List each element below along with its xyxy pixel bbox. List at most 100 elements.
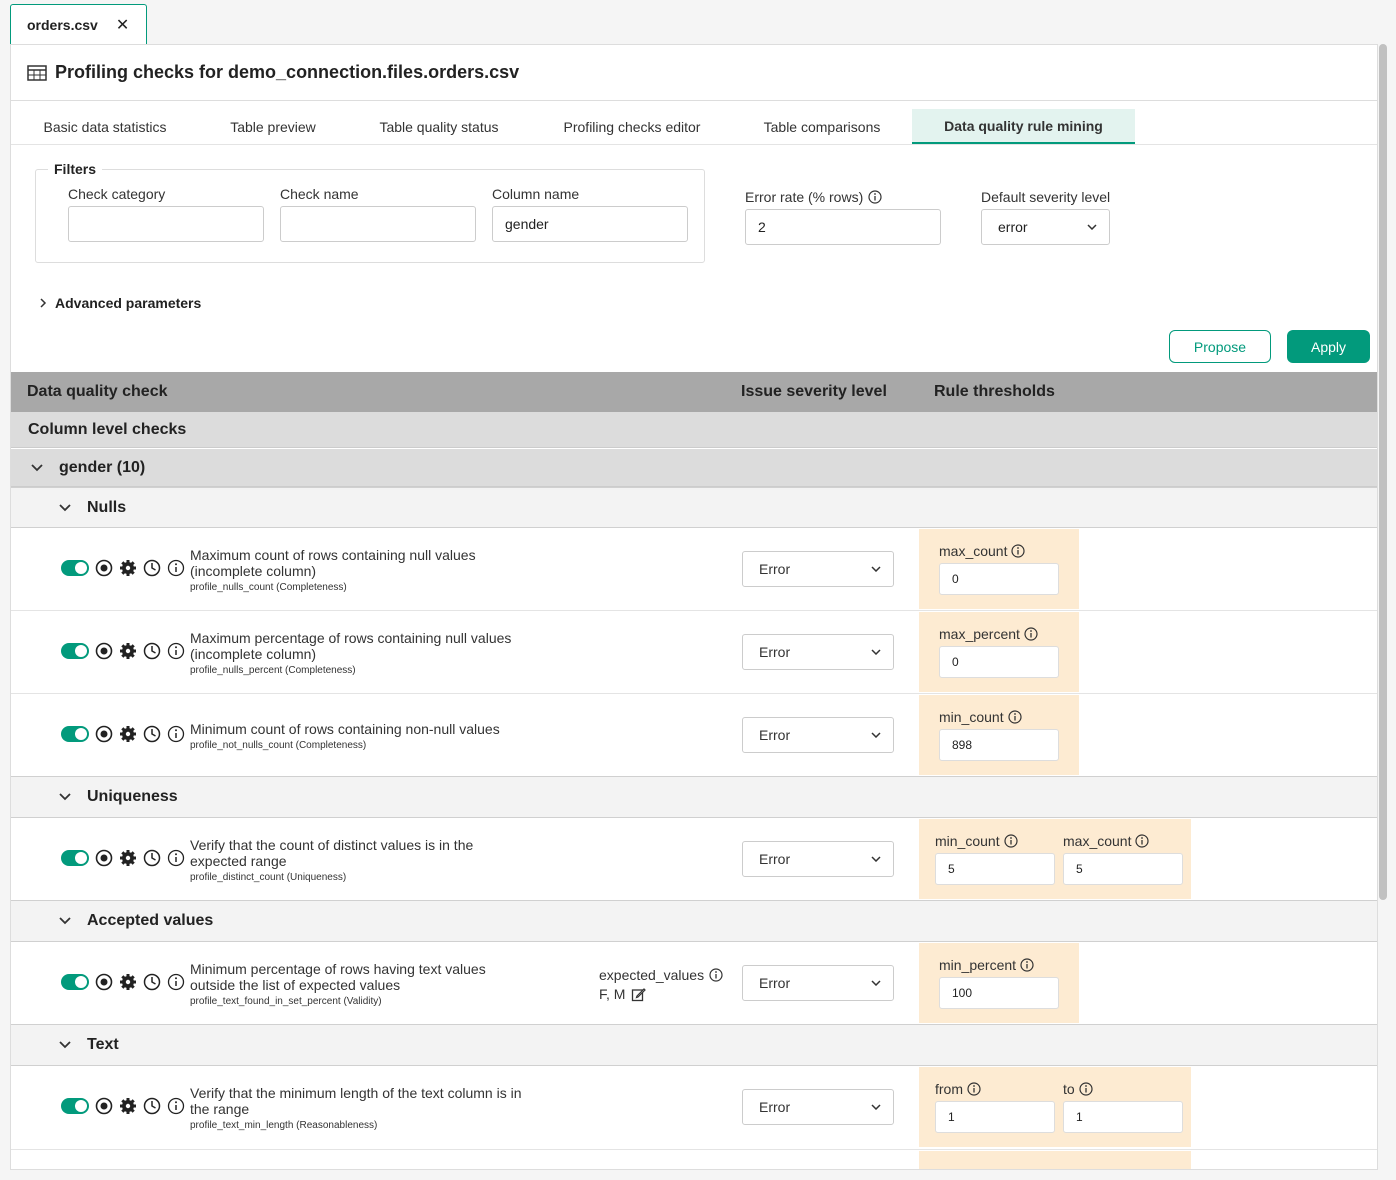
category-text[interactable]: Text xyxy=(11,1024,1377,1066)
grid-header-check: Data quality check xyxy=(27,383,168,400)
row-actions xyxy=(61,642,185,660)
edit-icon[interactable] xyxy=(631,987,647,1002)
info-icon[interactable] xyxy=(1079,1082,1093,1096)
check-title: Minimum percentage of rows having text v… xyxy=(190,961,486,993)
info-icon[interactable] xyxy=(1020,958,1034,972)
tab-profiling-checks-editor[interactable]: Profiling checks editor xyxy=(545,109,719,144)
threshold-input[interactable]: 0 xyxy=(939,646,1059,678)
record-icon[interactable] xyxy=(95,559,113,577)
tab-table-preview[interactable]: Table preview xyxy=(211,109,335,144)
error-rate-input[interactable]: 2 xyxy=(745,209,941,245)
enable-toggle[interactable] xyxy=(61,850,89,866)
tab-table-quality-status[interactable]: Table quality status xyxy=(363,109,515,144)
record-icon[interactable] xyxy=(95,725,113,743)
category-accepted-values[interactable]: Accepted values xyxy=(11,900,1377,942)
chevron-down-icon xyxy=(871,856,881,862)
threshold-input[interactable]: 0 xyxy=(939,563,1059,595)
enable-toggle[interactable] xyxy=(61,726,89,742)
record-icon[interactable] xyxy=(95,849,113,867)
column-name-input[interactable]: gender xyxy=(492,206,688,242)
record-icon[interactable] xyxy=(95,973,113,991)
apply-button[interactable]: Apply xyxy=(1287,330,1370,363)
gear-icon[interactable] xyxy=(119,725,137,743)
error-rate-label: Error rate (% rows) xyxy=(745,189,882,205)
check-name: profile_text_found_in_set_percent (Valid… xyxy=(190,996,382,1007)
threshold-input[interactable]: 100 xyxy=(939,977,1059,1009)
category-uniqueness[interactable]: Uniqueness xyxy=(11,776,1377,818)
chevron-down-icon xyxy=(871,566,881,572)
record-icon[interactable] xyxy=(95,1097,113,1115)
check-row: Verify that the minimum length of the te… xyxy=(11,1066,1377,1150)
severity-select[interactable]: Error xyxy=(742,841,894,877)
check-name-input[interactable] xyxy=(280,206,476,242)
threshold-label-text: min_percent xyxy=(939,957,1017,973)
check-category-input[interactable] xyxy=(68,206,264,242)
enable-toggle[interactable] xyxy=(61,974,89,990)
info-icon[interactable] xyxy=(167,725,185,743)
advanced-parameters-toggle[interactable]: Advanced parameters xyxy=(39,295,201,311)
info-icon[interactable] xyxy=(967,1082,981,1096)
row-actions xyxy=(61,973,185,991)
default-severity-select[interactable]: error xyxy=(981,209,1110,245)
gear-icon[interactable] xyxy=(119,1097,137,1115)
gear-icon[interactable] xyxy=(119,642,137,660)
severity-select[interactable]: Error xyxy=(742,634,894,670)
threshold-input[interactable]: 5 xyxy=(1063,853,1183,885)
clock-icon[interactable] xyxy=(143,642,161,660)
info-icon[interactable] xyxy=(167,642,185,660)
thresholds-panel: max_count 0 xyxy=(919,529,1079,609)
grid-header-thresholds: Rule thresholds xyxy=(934,383,1055,400)
vertical-scrollbar[interactable] xyxy=(1379,44,1387,900)
check-row: Minimum percentage of rows having text v… xyxy=(11,942,1377,1025)
table-icon xyxy=(27,64,47,81)
info-icon[interactable] xyxy=(1011,544,1026,558)
check-category-label: Check category xyxy=(68,186,166,202)
threshold-input[interactable]: 1 xyxy=(1063,1101,1183,1133)
gear-icon[interactable] xyxy=(119,973,137,991)
tab-basic-data-statistics[interactable]: Basic data statistics xyxy=(27,109,183,144)
clock-icon[interactable] xyxy=(143,1097,161,1115)
threshold-label: max_count xyxy=(939,543,1026,559)
file-tab-label: orders.csv xyxy=(27,16,98,33)
info-icon[interactable] xyxy=(868,190,882,204)
file-tab[interactable]: orders.csv ✕ xyxy=(10,4,147,44)
category-nulls[interactable]: Nulls xyxy=(11,487,1377,528)
enable-toggle[interactable] xyxy=(61,560,89,576)
severity-select[interactable]: Error xyxy=(742,551,894,587)
info-icon[interactable] xyxy=(167,559,185,577)
threshold-input[interactable]: 898 xyxy=(939,729,1059,761)
severity-select[interactable]: Error xyxy=(742,1089,894,1125)
clock-icon[interactable] xyxy=(143,725,161,743)
check-row: Verify that the count of distinct values… xyxy=(11,818,1377,901)
severity-select[interactable]: Error xyxy=(742,965,894,1001)
group-gender-label: gender (10) xyxy=(59,458,146,476)
threshold-input[interactable]: 1 xyxy=(935,1101,1055,1133)
clock-icon[interactable] xyxy=(143,973,161,991)
threshold-input[interactable]: 5 xyxy=(935,853,1055,885)
row-actions xyxy=(61,1097,185,1115)
gear-icon[interactable] xyxy=(119,559,137,577)
propose-button[interactable]: Propose xyxy=(1169,330,1271,363)
record-icon[interactable] xyxy=(95,642,113,660)
info-icon[interactable] xyxy=(1007,710,1022,724)
clock-icon[interactable] xyxy=(143,849,161,867)
info-icon[interactable] xyxy=(709,968,723,982)
chevron-down-icon xyxy=(59,917,71,925)
tab-data-quality-rule-mining[interactable]: Data quality rule mining xyxy=(912,109,1135,144)
group-gender[interactable]: gender (10) xyxy=(11,449,1377,487)
enable-toggle[interactable] xyxy=(61,1098,89,1114)
tab-table-comparisons[interactable]: Table comparisons xyxy=(747,109,897,144)
info-icon[interactable] xyxy=(1024,627,1038,641)
clock-icon[interactable] xyxy=(143,559,161,577)
info-icon[interactable] xyxy=(167,973,185,991)
enable-toggle[interactable] xyxy=(61,643,89,659)
info-icon[interactable] xyxy=(1003,834,1018,848)
threshold-label-text: to xyxy=(1063,1081,1075,1097)
threshold-label: from xyxy=(935,1081,981,1097)
info-icon[interactable] xyxy=(1135,834,1150,848)
info-icon[interactable] xyxy=(167,1097,185,1115)
severity-select[interactable]: Error xyxy=(742,717,894,753)
close-icon[interactable]: ✕ xyxy=(116,15,129,35)
gear-icon[interactable] xyxy=(119,849,137,867)
info-icon[interactable] xyxy=(167,849,185,867)
